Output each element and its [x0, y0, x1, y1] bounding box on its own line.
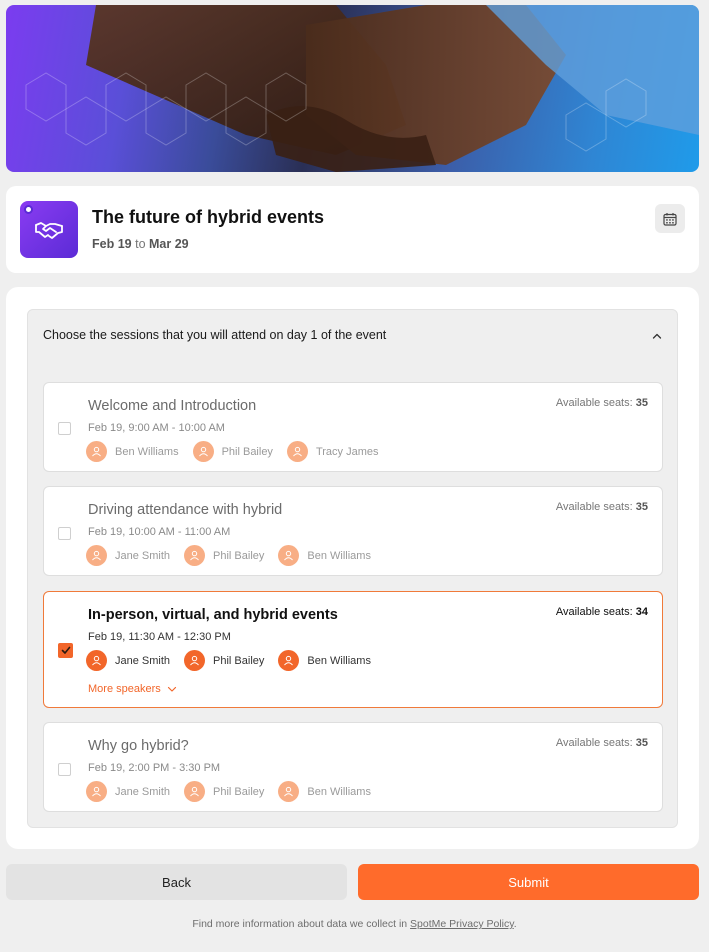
user-icon: [184, 545, 206, 566]
session-title: Why go hybrid?: [88, 738, 189, 754]
hero-banner-image: [6, 5, 699, 172]
accordion-title[interactable]: Choose the sessions that you will attend…: [43, 328, 386, 342]
speaker-name: Jane Smith: [115, 654, 171, 667]
event-title: The future of hybrid events: [92, 207, 325, 227]
session-checkbox[interactable]: [58, 422, 71, 435]
user-icon: [184, 650, 206, 671]
speaker-name: Ben Williams: [307, 654, 371, 667]
date-end: Mar 29: [149, 237, 189, 251]
handshake-icon: [35, 221, 63, 239]
speaker-list: Jane Smith Phil Bailey Ben Williams: [86, 545, 385, 566]
speaker[interactable]: Phil Bailey: [184, 545, 264, 566]
user-icon: [86, 441, 107, 462]
speaker-name: Phil Bailey: [221, 445, 273, 458]
available-seats: Available seats: 35: [555, 501, 648, 513]
chevron-down-icon: [167, 686, 176, 692]
user-icon: [192, 441, 214, 462]
speaker[interactable]: Ben Williams: [86, 441, 179, 462]
speaker-name: Ben Williams: [115, 445, 179, 458]
speaker[interactable]: Phil Bailey: [192, 441, 273, 462]
checkmark-icon: [61, 646, 70, 654]
event-dates: Feb 19 to Mar 29: [92, 237, 189, 251]
session-time: Feb 19, 10:00 AM - 11:00 AM: [88, 526, 231, 538]
available-seats: Available seats: 34: [555, 606, 648, 618]
session-title: Driving attendance with hybrid: [88, 502, 283, 518]
speaker-list: Jane Smith Phil Bailey Ben Williams: [86, 650, 385, 671]
seats-count: 35: [635, 501, 648, 513]
speaker[interactable]: Phil Bailey: [184, 781, 264, 802]
add-to-calendar-button[interactable]: [655, 204, 685, 233]
day-1-sessions-accordion: Choose the sessions that you will attend…: [27, 309, 678, 828]
speaker[interactable]: Ben Williams: [278, 545, 371, 566]
session-title: Welcome and Introduction: [88, 398, 257, 414]
user-icon: [184, 781, 206, 802]
chevron-up-icon[interactable]: [651, 330, 663, 342]
speaker-list: Ben Williams Phil Bailey Tracy James: [86, 441, 392, 462]
privacy-policy-link[interactable]: SpotMe Privacy Policy: [410, 918, 514, 930]
submit-button[interactable]: Submit: [358, 864, 699, 900]
speaker-name: Ben Williams: [307, 549, 371, 562]
session-checkbox-checked[interactable]: [58, 643, 73, 658]
session-selection-card: Choose the sessions that you will attend…: [6, 287, 699, 849]
privacy-footer: Find more information about data we coll…: [0, 918, 709, 930]
session-checkbox[interactable]: [58, 527, 71, 540]
seats-count: 35: [635, 397, 648, 409]
session-card-in-person-virtual-hybrid[interactable]: In-person, virtual, and hybrid events Fe…: [43, 591, 663, 708]
speaker-list: Jane Smith Phil Bailey Ben Williams: [86, 781, 385, 802]
speaker-name: Ben Williams: [307, 785, 371, 798]
user-icon: [278, 545, 300, 566]
available-seats: Available seats: 35: [555, 737, 648, 749]
user-icon: [286, 441, 308, 462]
seats-count: 35: [635, 737, 648, 749]
event-header-card: The future of hybrid events Feb 19 to Ma…: [6, 186, 699, 273]
speaker-name: Tracy James: [315, 445, 379, 458]
session-checkbox[interactable]: [58, 763, 71, 776]
date-start: Feb 19: [92, 237, 132, 251]
more-speakers-label: More speakers: [88, 683, 161, 695]
more-speakers-toggle[interactable]: More speakers: [88, 683, 177, 695]
session-time: Feb 19, 9:00 AM - 10:00 AM: [88, 422, 225, 434]
speaker-name: Phil Bailey: [213, 654, 265, 667]
speaker[interactable]: Phil Bailey: [184, 650, 264, 671]
user-icon: [278, 650, 300, 671]
session-time: Feb 19, 11:30 AM - 12:30 PM: [88, 631, 231, 643]
speaker[interactable]: Jane Smith: [86, 781, 170, 802]
user-icon: [86, 545, 107, 566]
user-icon: [86, 650, 107, 671]
speaker-name: Jane Smith: [115, 549, 171, 562]
speaker[interactable]: Jane Smith: [86, 650, 170, 671]
session-card-driving-attendance[interactable]: Driving attendance with hybrid Feb 19, 1…: [43, 486, 663, 576]
user-icon: [86, 781, 107, 802]
speaker-name: Phil Bailey: [213, 549, 265, 562]
session-time: Feb 19, 2:00 PM - 3:30 PM: [88, 762, 221, 774]
date-separator: to: [135, 237, 146, 251]
handshake-photo: [25, 5, 699, 172]
speaker[interactable]: Ben Williams: [278, 650, 371, 671]
footer-period: .: [513, 918, 517, 930]
user-icon: [278, 781, 300, 802]
event-logo: [20, 201, 78, 258]
speaker-name: Phil Bailey: [213, 785, 265, 798]
calendar-icon: [663, 212, 677, 226]
speaker[interactable]: Jane Smith: [86, 545, 170, 566]
available-seats: Available seats: 35: [555, 397, 648, 409]
speaker[interactable]: Ben Williams: [278, 781, 371, 802]
footer-text: Find more information about data we coll…: [192, 918, 408, 930]
session-card-why-go-hybrid[interactable]: Why go hybrid? Feb 19, 2:00 PM - 3:30 PM…: [43, 722, 663, 812]
seats-count: 34: [635, 606, 648, 618]
session-card-welcome[interactable]: Welcome and Introduction Feb 19, 9:00 AM…: [43, 382, 663, 472]
session-title: In-person, virtual, and hybrid events: [88, 607, 338, 623]
logo-badge-dot: [24, 205, 33, 214]
speaker[interactable]: Tracy James: [286, 441, 379, 462]
speaker-name: Jane Smith: [115, 785, 171, 798]
back-button[interactable]: Back: [6, 864, 347, 900]
